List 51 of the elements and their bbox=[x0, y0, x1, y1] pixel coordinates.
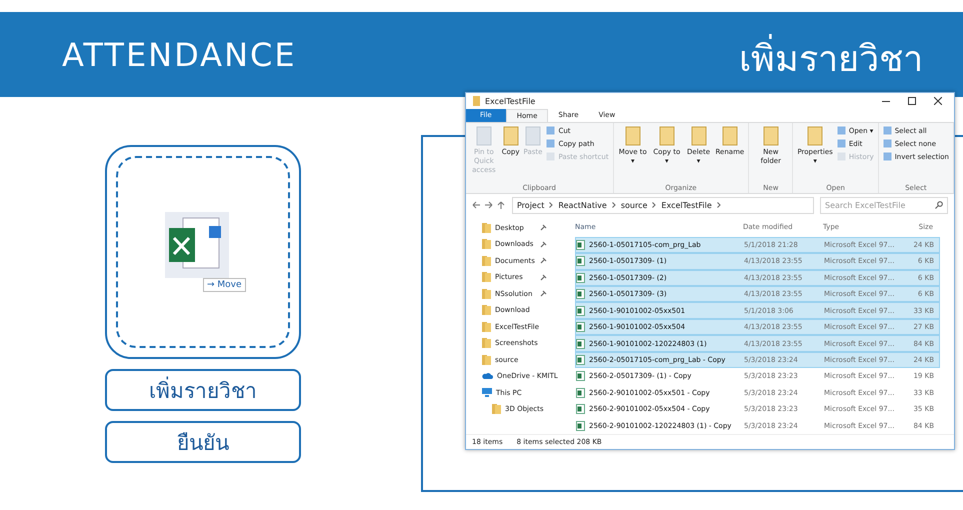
search-icon bbox=[935, 201, 943, 209]
action-button[interactable]: เพิ่มรายวิชา bbox=[105, 369, 301, 411]
spreadsheet-icon bbox=[576, 338, 585, 349]
spreadsheet-icon bbox=[576, 256, 585, 266]
app-title: ATTENDANCE bbox=[62, 36, 297, 74]
chevron-icon bbox=[716, 202, 721, 208]
breadcrumb[interactable]: source bbox=[620, 200, 648, 210]
spreadsheet-icon bbox=[576, 272, 585, 283]
chevron-icon bbox=[612, 202, 616, 208]
chevron-icon bbox=[549, 202, 554, 208]
breadcrumb[interactable]: ExcelTestFile bbox=[661, 200, 712, 210]
folder-icon bbox=[482, 338, 491, 348]
breadcrumb[interactable]: Project bbox=[517, 200, 544, 210]
folder-icon bbox=[482, 272, 491, 282]
pin-icon bbox=[540, 257, 547, 264]
spreadsheet-icon bbox=[576, 371, 585, 382]
address-bar[interactable]: Project ReactNative source ExcelTestFile bbox=[512, 196, 814, 214]
folder-icon bbox=[482, 322, 491, 332]
pin-icon bbox=[540, 224, 547, 232]
pin-icon bbox=[540, 274, 547, 281]
folder-icon bbox=[482, 354, 491, 365]
spreadsheet-file-icon bbox=[165, 212, 229, 278]
window-title: ExcelTestFile bbox=[485, 96, 536, 106]
computer-icon bbox=[482, 388, 492, 398]
chevron-icon bbox=[652, 202, 656, 208]
pin-icon bbox=[540, 240, 547, 248]
folder-icon bbox=[482, 222, 491, 233]
close-icon[interactable] bbox=[934, 97, 942, 105]
spreadsheet-icon bbox=[576, 404, 585, 414]
page-heading: เพิ่มรายวิชา bbox=[739, 30, 923, 87]
navigation-arrows-icon[interactable] bbox=[472, 201, 506, 209]
drag-label: → Move bbox=[203, 278, 246, 292]
pin-icon bbox=[540, 290, 547, 298]
cloud-icon bbox=[482, 372, 493, 380]
spreadsheet-icon bbox=[576, 322, 585, 332]
folder-icon bbox=[482, 305, 491, 316]
spreadsheet-icon bbox=[576, 306, 585, 316]
folder-icon bbox=[482, 288, 491, 299]
folder-icon bbox=[492, 404, 501, 414]
drop-area[interactable]: → Move bbox=[116, 156, 290, 348]
spreadsheet-icon bbox=[576, 420, 585, 431]
breadcrumb[interactable]: ReactNative bbox=[558, 200, 607, 210]
folder-icon bbox=[482, 256, 491, 266]
spreadsheet-icon bbox=[576, 289, 585, 300]
spreadsheet-icon bbox=[576, 240, 585, 250]
maximize-icon[interactable] bbox=[908, 97, 916, 105]
folder-icon bbox=[482, 239, 491, 250]
spreadsheet-icon bbox=[576, 355, 585, 366]
spreadsheet-icon bbox=[576, 388, 585, 398]
folder-icon bbox=[472, 96, 481, 106]
action-button[interactable]: ยืนยัน bbox=[105, 421, 301, 463]
